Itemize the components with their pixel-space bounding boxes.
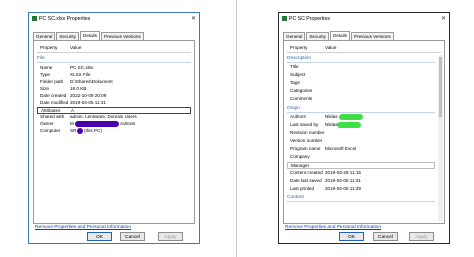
- property-column-header[interactable]: Property: [40, 45, 57, 50]
- table-row[interactable]: Name PC SC.xlsx: [37, 65, 191, 72]
- file-section-header: File: [37, 56, 191, 63]
- ok-button[interactable]: OK: [339, 232, 364, 241]
- left-dialog-title: PC SC.xlsx Properties: [39, 15, 91, 22]
- table-row[interactable]: Date last saved 2019-04-05 11:31: [287, 178, 441, 185]
- close-icon[interactable]: ✕: [441, 15, 446, 22]
- table-row[interactable]: Type XLSX File: [37, 72, 191, 79]
- table-row[interactable]: Tags: [287, 80, 441, 87]
- table-row[interactable]: Shared with admin, Lensware, Domain Users: [37, 114, 191, 121]
- table-row[interactable]: Computer SR (this PC): [37, 128, 191, 135]
- apply-button[interactable]: Apply: [158, 232, 183, 241]
- left-titlebar: PC SC.xlsx Properties ✕: [29, 13, 199, 24]
- table-row[interactable]: Last saved by Niklas: [287, 122, 441, 129]
- table-row[interactable]: Size 18.0 KB: [37, 86, 191, 93]
- table-row[interactable]: Categories: [287, 88, 441, 95]
- tab-details[interactable]: Details: [329, 31, 350, 40]
- table-row[interactable]: Revision number: [287, 130, 441, 137]
- table-row[interactable]: Content created 2019-03-28 11:15: [287, 170, 441, 177]
- left-properties-dialog: PC SC.xlsx Properties ✕ General Security…: [28, 12, 200, 244]
- close-icon[interactable]: ✕: [191, 15, 196, 22]
- right-column-header: Property Value: [287, 44, 441, 53]
- left-column-header: Property Value: [37, 44, 191, 53]
- right-titlebar: PC SC Properties ✕: [279, 13, 449, 24]
- redaction-mark: [75, 121, 119, 127]
- redaction-mark: [339, 114, 363, 120]
- table-row[interactable]: Comments: [287, 96, 441, 103]
- property-column-header[interactable]: Property: [290, 45, 307, 50]
- apply-button[interactable]: Apply: [409, 232, 434, 241]
- remove-properties-link[interactable]: Remove Properties and Personal Informati…: [285, 225, 381, 230]
- excel-file-icon: [282, 16, 287, 21]
- excel-file-icon: [32, 16, 37, 21]
- description-section-header: Description: [287, 56, 435, 63]
- table-row[interactable]: Folder path D:\Shares\Dokument: [37, 79, 191, 86]
- remove-properties-link[interactable]: Remove Properties and Personal Informati…: [35, 225, 131, 230]
- value-column-header[interactable]: Value: [325, 45, 336, 50]
- table-row[interactable]: Title: [287, 64, 441, 71]
- table-row[interactable]: Company: [287, 154, 441, 161]
- table-row[interactable]: Last printed 2019-04-05 11:29: [287, 186, 441, 193]
- right-details-panel: Property Value Description Title Subject…: [283, 40, 445, 224]
- value-column-header[interactable]: Value: [70, 45, 81, 50]
- table-row[interactable]: Program name Microsoft Excel: [287, 146, 441, 153]
- table-row[interactable]: Date modified 2019-04-05 11:31: [37, 100, 191, 107]
- tab-details[interactable]: Details: [79, 31, 100, 40]
- origin-section-header: Origin: [287, 106, 435, 113]
- table-row[interactable]: Authors Niklas: [287, 114, 441, 121]
- table-row[interactable]: Subject: [287, 72, 441, 79]
- page-divider: [236, 0, 237, 257]
- cancel-button[interactable]: Cancel: [120, 232, 145, 241]
- right-dialog-title: PC SC Properties: [289, 15, 330, 22]
- table-row[interactable]: Owner M Admins: [37, 121, 191, 128]
- left-details-panel: Property Value File Name PC SC.xlsx Type X…: [33, 40, 195, 224]
- cancel-button[interactable]: Cancel: [373, 232, 398, 241]
- redaction-mark: [77, 128, 83, 134]
- table-row[interactable]: Version number: [287, 138, 441, 145]
- table-row-selected[interactable]: Attributes A: [37, 107, 191, 114]
- ok-button[interactable]: OK: [87, 232, 112, 241]
- table-row[interactable]: Manager: [287, 162, 435, 169]
- content-section-header: Content: [287, 195, 435, 202]
- right-properties-dialog: PC SC Properties ✕ General Security Deta…: [278, 12, 450, 244]
- redaction-mark: [337, 122, 361, 128]
- table-row[interactable]: Date created 2022-10-09 20:09: [37, 93, 191, 100]
